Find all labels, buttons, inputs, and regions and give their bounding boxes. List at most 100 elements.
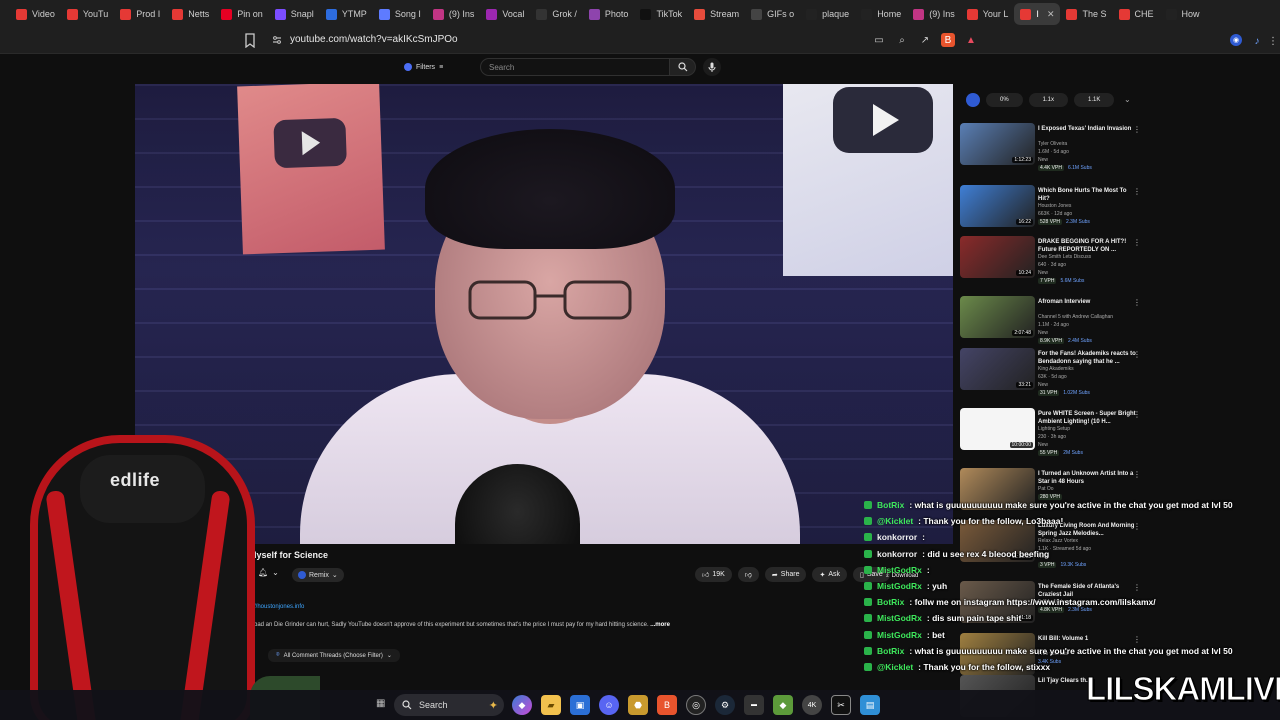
copilot-icon[interactable]: ◆	[512, 695, 532, 715]
recommended-channel[interactable]: Lighting Setup	[1038, 426, 1070, 432]
cast-icon[interactable]: ▭	[872, 33, 886, 47]
capcut-icon[interactable]: ✂	[831, 695, 851, 715]
voice-search-button[interactable]	[703, 58, 721, 76]
site-info-icon[interactable]	[272, 35, 282, 45]
video-thumbnail[interactable]: 16:22	[960, 185, 1035, 227]
more-actions-icon[interactable]: ⋮	[1133, 187, 1141, 196]
browser-tab[interactable]: Snapl	[269, 3, 320, 25]
browser-tab[interactable]: TikTok	[634, 3, 688, 25]
browser-tab[interactable]: Home	[855, 3, 907, 25]
browser-tab[interactable]: Video	[10, 3, 61, 25]
recommended-channel[interactable]: Relax Jazz Vortex	[1038, 538, 1078, 544]
search-input[interactable]: Search	[480, 58, 670, 76]
file-explorer-icon[interactable]: ▰	[541, 695, 561, 715]
more-actions-icon[interactable]: ⋮	[1133, 470, 1141, 479]
menu-icon[interactable]: ⋮	[1266, 34, 1280, 48]
like-button[interactable]: 👍︎ 19K	[695, 567, 732, 582]
browser-tab[interactable]: YouTu	[61, 3, 114, 25]
recommended-title[interactable]: I Exposed Texas' Indian Invasion	[1038, 125, 1136, 133]
grid-app-icon[interactable]: ◆	[773, 695, 793, 715]
dislike-button[interactable]: 👎︎	[737, 567, 759, 582]
recommended-title[interactable]: For the Fans! Akademiks reacts to Bendad…	[1038, 350, 1136, 366]
brave-shield-icon[interactable]: B	[941, 33, 955, 47]
browser-tab[interactable]: Grok /	[530, 3, 583, 25]
speed-chevron-icon[interactable]: ⌄	[1124, 95, 1131, 104]
video-thumbnail[interactable]: 10:24	[960, 236, 1035, 278]
4k-app-icon[interactable]: 4K	[802, 695, 822, 715]
browser-tab[interactable]: CHE	[1113, 3, 1160, 25]
browser-tab[interactable]: Your L	[961, 3, 1015, 25]
discord-icon[interactable]: ☺	[599, 695, 619, 715]
taskbar-search[interactable]: Search ✦	[394, 694, 504, 716]
share-button[interactable]: ➦ Share	[764, 567, 807, 582]
recommended-video[interactable]: 2:07:48 Afroman Interview Channel 5 with A…	[960, 296, 1150, 346]
more-actions-icon[interactable]: ⋮	[1133, 350, 1141, 359]
browser-tab[interactable]: Song I	[373, 3, 427, 25]
task-view-icon[interactable]: ▦	[376, 698, 385, 709]
shield-app-icon[interactable]: ⬣	[628, 695, 648, 715]
more-actions-icon[interactable]: ⋮	[1133, 635, 1141, 644]
recommended-channel[interactable]: Dee Smith Lets Discuss	[1038, 254, 1091, 260]
recommended-channel[interactable]: King Akademiks	[1038, 366, 1074, 372]
speed-option[interactable]: 0%	[986, 93, 1023, 107]
browser-tab[interactable]: (9) Ins	[907, 3, 961, 25]
more-actions-icon[interactable]: ⋮	[1133, 125, 1141, 134]
more-actions-icon[interactable]: ⋮	[1133, 410, 1141, 419]
speed-option[interactable]: 1.1K	[1074, 93, 1115, 107]
recommended-video[interactable]: 10:00:00 Pure WHITE Screen - Super Bright…	[960, 408, 1150, 458]
rewards-icon[interactable]: ▲	[964, 33, 978, 47]
show-more-link[interactable]: ...more	[650, 622, 670, 628]
more-actions-icon[interactable]: ⋮	[1133, 298, 1141, 307]
browser-tab[interactable]: plaque	[800, 3, 855, 25]
filters-button[interactable]: Filters ≡	[398, 59, 449, 75]
ask-button[interactable]: ✦ Ask	[812, 567, 848, 582]
obs-icon[interactable]: ◎	[686, 695, 706, 715]
browser-tab[interactable]: How	[1160, 3, 1206, 25]
recommended-title[interactable]: Which Bone Hurts The Most To Hit?	[1038, 187, 1136, 203]
speed-option[interactable]: 1.1x	[1028, 93, 1069, 107]
share-icon[interactable]: ↗	[918, 33, 932, 47]
more-actions-icon[interactable]: ⋮	[1133, 238, 1141, 247]
browser-tab[interactable]: The S	[1060, 3, 1112, 25]
recommended-title[interactable]: Pure WHITE Screen - Super Bright Ambient…	[1038, 410, 1136, 426]
extension-icon[interactable]: ◉	[1230, 34, 1242, 46]
close-tab-icon[interactable]: ✕	[1047, 9, 1055, 20]
recommended-video[interactable]: 10:24 DRAKE BEGGING FOR A HIT?! Future RE…	[960, 236, 1150, 286]
recommended-video[interactable]: 16:22 Which Bone Hurts The Most To Hit? Ho…	[960, 185, 1150, 235]
browser-tab[interactable]: I ✕	[1014, 3, 1061, 25]
browser-tab[interactable]: Prod I	[114, 3, 166, 25]
recommended-video[interactable]: 33:21 For the Fans! Akademiks reacts to B…	[960, 348, 1150, 398]
brave-browser-icon[interactable]: B	[657, 695, 677, 715]
browser-tab[interactable]: YTMP	[320, 3, 373, 25]
app-icon[interactable]: ▬	[744, 695, 764, 715]
browser-tab[interactable]: Stream	[688, 3, 745, 25]
browser-tab[interactable]: (9) Ins	[427, 3, 481, 25]
recommended-channel[interactable]: Houston Jones	[1038, 203, 1071, 209]
recommended-video[interactable]: 1:12:23 I Exposed Texas' Indian Invasion T…	[960, 123, 1150, 173]
recommended-title[interactable]: DRAKE BEGGING FOR A HIT?! Future REPORTE…	[1038, 238, 1136, 254]
recommended-title[interactable]: Afroman Interview	[1038, 298, 1136, 306]
browser-tab[interactable]: GIFs o	[745, 3, 800, 25]
recommended-channel[interactable]: Pat Oo	[1038, 486, 1054, 492]
recommended-title[interactable]: Kill Bill: Volume 1	[1038, 635, 1136, 643]
bookmark-icon[interactable]	[244, 33, 256, 48]
zoom-icon[interactable]: ⌕	[895, 33, 909, 47]
store-icon[interactable]: ▣	[570, 695, 590, 715]
recommended-title[interactable]: I Turned an Unknown Artist Into a Star i…	[1038, 470, 1136, 486]
browser-tab[interactable]: Pin on	[215, 3, 269, 25]
more-actions-icon[interactable]: ⋮	[1133, 583, 1141, 592]
audio-extension-icon[interactable]: ♪	[1250, 34, 1264, 48]
video-thumbnail[interactable]: 10:00:00	[960, 408, 1035, 450]
video-thumbnail[interactable]: 33:21	[960, 348, 1035, 390]
browser-tab[interactable]: Vocal	[480, 3, 530, 25]
url-field[interactable]: youtube.com/watch?v=akIKcSmJPOo	[272, 34, 458, 45]
search-button[interactable]	[670, 58, 696, 76]
steam-icon[interactable]: ⚙	[715, 695, 735, 715]
video-thumbnail[interactable]: 1:12:23	[960, 123, 1035, 165]
photos-icon[interactable]: ▤	[860, 695, 880, 715]
more-actions-icon[interactable]: ⋮	[1133, 522, 1141, 531]
recommended-channel[interactable]: Channel 5 with Andrew Callaghan	[1038, 314, 1113, 320]
browser-tab[interactable]: Photo	[583, 3, 635, 25]
browser-tab[interactable]: Netts	[166, 3, 215, 25]
video-thumbnail[interactable]: 2:07:48	[960, 296, 1035, 338]
